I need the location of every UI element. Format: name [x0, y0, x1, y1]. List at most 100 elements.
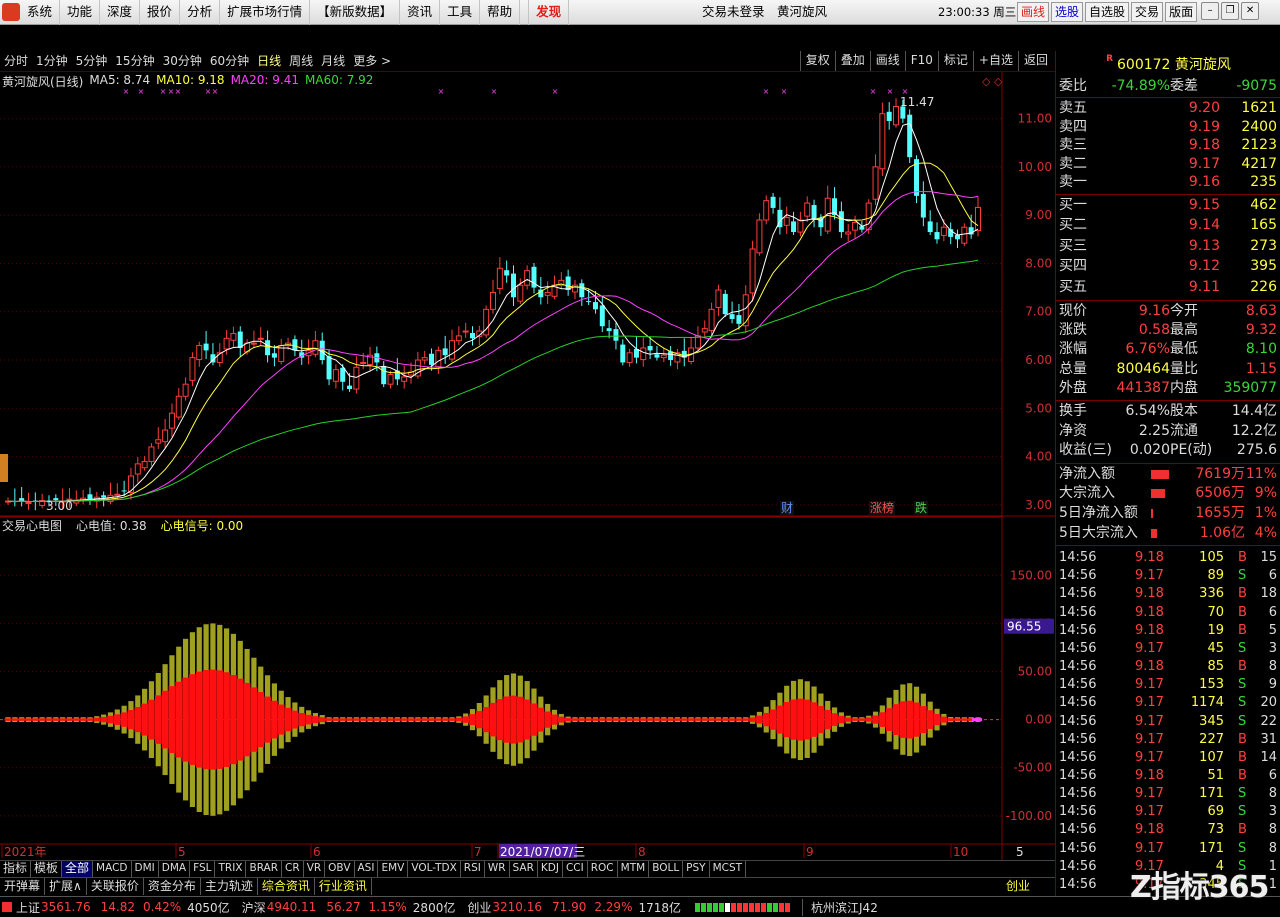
period-tab-8[interactable]: 月线 — [317, 51, 349, 71]
period-tab-3[interactable]: 15分钟 — [111, 51, 158, 71]
indicator-tab-22[interactable]: BOLL — [649, 861, 684, 877]
indicator-tab-4[interactable]: DMI — [132, 861, 159, 877]
period-tab-5[interactable]: 60分钟 — [206, 51, 253, 71]
period-tab-6[interactable]: 日线 — [253, 51, 285, 71]
tick-time: 14:56 — [1059, 840, 1097, 856]
bottom-tab-3[interactable]: 资金分布 — [144, 878, 201, 895]
period-tab-0[interactable]: 分时 — [0, 51, 32, 71]
stock-picker-button[interactable]: 选股 — [1051, 2, 1084, 22]
bottom-tab-5[interactable]: 综合资讯 — [258, 878, 315, 895]
menu-item-5[interactable]: 扩展市场行情 — [220, 0, 311, 25]
bid-row-3[interactable]: 买四 9.12 395 — [1056, 257, 1280, 276]
heartbeat-bar — [45, 717, 53, 723]
heartbeat-bar — [318, 715, 326, 725]
tick-time: 14:56 — [1059, 586, 1097, 602]
cy-index-label[interactable]: 创业 — [463, 899, 491, 916]
indicator-tab-10[interactable]: VR — [304, 861, 326, 877]
minimize-icon[interactable]: – — [1201, 2, 1220, 20]
watchlist-button[interactable]: 自选股 — [1085, 2, 1130, 22]
indicator-tab-6[interactable]: FSL — [190, 861, 216, 877]
bottom-right-label[interactable]: 创业 — [1006, 878, 1030, 895]
ask-row-2[interactable]: 卖三 9.18 2123 — [1056, 136, 1280, 155]
menu-item-9[interactable]: 帮助 — [480, 0, 521, 25]
chart-tool-1[interactable]: 叠加 — [834, 51, 870, 71]
indicator-tab-8[interactable]: BRAR — [246, 861, 283, 877]
indicator-tab-21[interactable]: MTM — [618, 861, 650, 877]
indicator-tab-11[interactable]: OBV — [325, 861, 355, 877]
restore-icon[interactable]: ❐ — [1221, 2, 1240, 20]
menu-item-4[interactable]: 分析 — [180, 0, 221, 25]
indicator-tab-19[interactable]: CCI — [563, 861, 588, 877]
menu-item-3[interactable]: 报价 — [140, 0, 181, 25]
menu-item-7[interactable]: 资讯 — [400, 0, 441, 25]
chart-tool-6[interactable]: 返回 — [1017, 51, 1053, 71]
indicator-tab-0[interactable]: 指标 — [0, 861, 32, 877]
indicator-tab-18[interactable]: KDJ — [538, 861, 563, 877]
chart-tool-3[interactable]: F10 — [904, 51, 938, 71]
trade-button[interactable]: 交易 — [1131, 2, 1164, 22]
chart-tool-0[interactable]: 复权 — [799, 51, 835, 71]
indicator-tab-7[interactable]: TRIX — [215, 861, 247, 877]
indicator-tab-24[interactable]: MCST — [710, 861, 747, 877]
indicator-tab-1[interactable]: 模板 — [31, 861, 63, 877]
period-tab-4[interactable]: 30分钟 — [159, 51, 206, 71]
ask-row-4[interactable]: 卖一 9.16 235 — [1056, 173, 1280, 192]
sz-index-label[interactable]: 沪深 — [238, 899, 266, 916]
indicator-tab-5[interactable]: DMA — [159, 861, 191, 877]
indicator-tab-23[interactable]: PSY — [683, 861, 710, 877]
draw-line-button[interactable]: 画线 — [1017, 2, 1050, 22]
indicator-tab-15[interactable]: RSI — [461, 861, 485, 877]
close-icon[interactable]: ✕ — [1241, 2, 1260, 20]
indicator-tab-14[interactable]: VOL-TDX — [408, 861, 461, 877]
period-tab-9[interactable]: 更多 > — [349, 51, 395, 71]
menu-item-6[interactable]: 【新版数据】 — [310, 0, 401, 25]
flow-value: 7619万 — [1195, 465, 1245, 482]
indicator-tab-16[interactable]: WR — [485, 861, 510, 877]
period-tab-7[interactable]: 周线 — [285, 51, 317, 71]
bottom-tab-2[interactable]: 关联报价 — [87, 878, 144, 895]
menu-item-discover[interactable]: 发现 — [528, 0, 570, 25]
heartbeat-inner — [428, 718, 435, 721]
bottom-tab-1[interactable]: 扩展∧ — [45, 878, 87, 895]
chart-tool-4[interactable]: 标记 — [937, 51, 973, 71]
chart-area[interactable]: 11.00 10.00 9.00 8.00 7.00 6.00 5.00 4.00 3.00 11… — [0, 72, 1055, 860]
diamond-icon: ◇ — [994, 75, 1003, 88]
bid-row-1[interactable]: 买二 9.14 165 — [1056, 216, 1280, 235]
sh-index-label[interactable]: 上证 — [12, 899, 40, 916]
weibi-row[interactable]: 委比 -74.89% 委差 -9075 — [1056, 77, 1280, 96]
heartbeat-bar — [100, 714, 107, 725]
period-tab-1[interactable]: 1分钟 — [32, 51, 72, 71]
bid-row-4[interactable]: 买五 9.11 226 — [1056, 278, 1280, 297]
bottom-tab-6[interactable]: 行业资讯 — [315, 878, 372, 895]
separator — [1056, 97, 1280, 98]
period-tab-2[interactable]: 5分钟 — [72, 51, 112, 71]
menu-item-1[interactable]: 功能 — [60, 0, 101, 25]
chart-tool-2[interactable]: 画线 — [869, 51, 905, 71]
chart-tool-5[interactable]: +自选 — [972, 51, 1018, 71]
ask-row-0[interactable]: 卖五 9.20 1621 — [1056, 99, 1280, 118]
menu-item-8[interactable]: 工具 — [440, 0, 481, 25]
stat-value: 800464 — [1116, 360, 1170, 377]
menu-item-2[interactable]: 深度 — [100, 0, 141, 25]
ask-row-1[interactable]: 卖四 9.19 2400 — [1056, 118, 1280, 137]
bottom-tab-0[interactable]: 开弹幕 — [0, 878, 46, 895]
indicator-tab-13[interactable]: EMV — [378, 861, 409, 877]
heartbeat-bar — [400, 717, 408, 723]
indicator-tab-20[interactable]: ROC — [588, 861, 618, 877]
bid-row-2[interactable]: 买三 9.13 273 — [1056, 237, 1280, 256]
indicator-tab-17[interactable]: SAR — [510, 861, 538, 877]
candle-body — [927, 221, 933, 233]
layout-button[interactable]: 版面 — [1165, 2, 1198, 22]
ask-volume: 2123 — [1241, 137, 1277, 154]
indicator-tab-9[interactable]: CR — [282, 861, 304, 877]
candle — [783, 206, 790, 234]
indicator-tab-12[interactable]: ASI — [355, 861, 379, 877]
menu-item-0[interactable]: 系统 — [20, 0, 61, 25]
status-bar: 上证 3561.76 14.82 0.42% 4050亿 沪深 4940.11 56.27 1.… — [0, 896, 1280, 917]
indicator-tab-3[interactable]: MACD — [93, 861, 132, 877]
indicator-tab-2[interactable]: 全部 — [62, 861, 94, 877]
bid-row-0[interactable]: 买一 9.15 462 — [1056, 196, 1280, 215]
server-location[interactable]: 杭州滨江J42 — [802, 898, 878, 916]
ask-row-3[interactable]: 卖二 9.17 4217 — [1056, 155, 1280, 174]
bottom-tab-4[interactable]: 主力轨迹 — [201, 878, 258, 895]
